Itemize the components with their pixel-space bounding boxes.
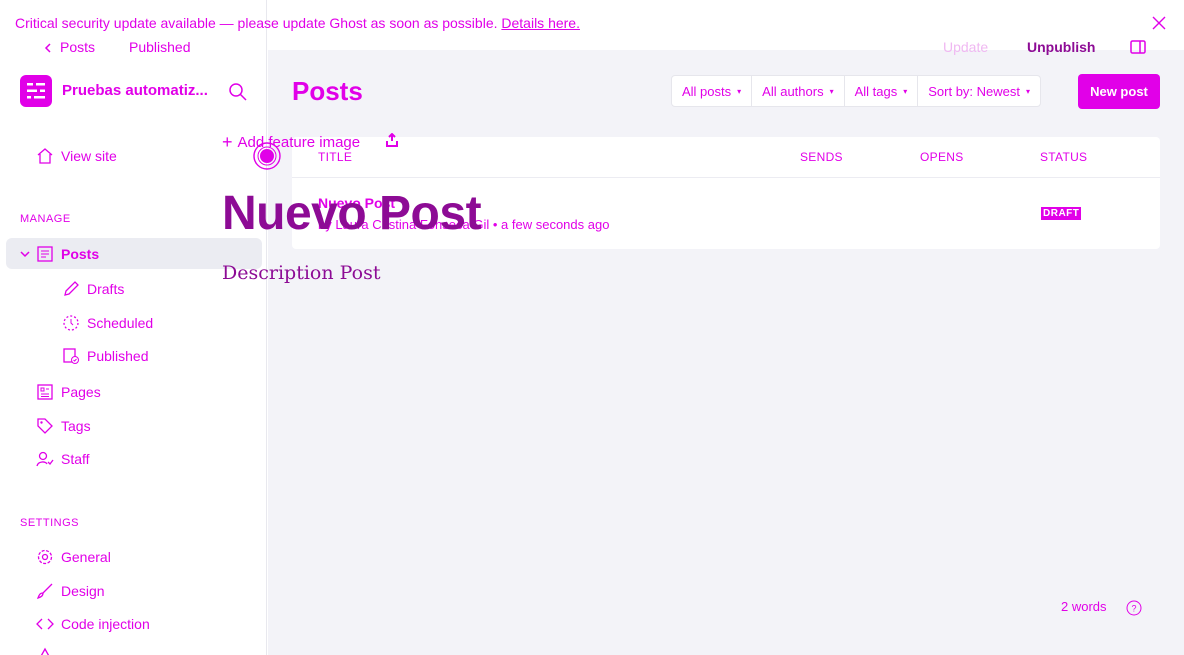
staff-icon xyxy=(36,451,54,467)
chevron-left-icon[interactable] xyxy=(44,43,52,53)
ghost-logo-icon xyxy=(27,83,45,99)
chevron-down-icon: ▾ xyxy=(903,86,908,96)
sidebar-item-pages[interactable]: Pages xyxy=(36,381,101,403)
upload-icon[interactable] xyxy=(385,133,399,147)
back-to-posts-link[interactable]: Posts xyxy=(60,39,95,55)
sidebar-item-staff[interactable]: Staff xyxy=(36,448,90,470)
sidebar-item-label: Tags xyxy=(61,418,91,434)
sidebar-item-label: Published xyxy=(87,348,149,364)
filter-label: All authors xyxy=(762,83,824,99)
manage-heading: MANAGE xyxy=(20,213,71,225)
site-name[interactable]: Pruebas automatiz... xyxy=(62,82,208,99)
help-icon[interactable]: ? xyxy=(1126,600,1142,616)
filter-label: All posts xyxy=(682,83,732,99)
pencil-icon xyxy=(64,281,79,296)
sidebar-item-drafts[interactable]: Drafts xyxy=(62,278,124,300)
search-icon[interactable] xyxy=(228,82,248,102)
column-header-status: STATUS xyxy=(1040,150,1088,164)
new-post-button[interactable]: New post xyxy=(1078,74,1160,109)
tag-icon xyxy=(37,418,53,434)
sidebar-item-published[interactable]: Published xyxy=(62,345,149,367)
post-status-label: Published xyxy=(129,39,191,55)
chevron-down-icon[interactable] xyxy=(20,249,30,259)
filter-label: Sort by: Newest xyxy=(928,83,1021,99)
code-icon xyxy=(36,618,54,630)
plus-icon: + xyxy=(222,132,233,152)
chevron-down-icon: ▾ xyxy=(829,86,834,96)
sidebar-toggle-icon[interactable] xyxy=(1130,40,1146,54)
add-feature-image-button[interactable]: + Add feature image xyxy=(222,132,360,153)
unpublish-button[interactable]: Unpublish xyxy=(1027,39,1095,55)
gear-icon xyxy=(37,549,53,565)
sidebar-item-label: General xyxy=(61,549,111,565)
update-button[interactable]: Update xyxy=(943,39,988,55)
sidebar-item-label: Posts xyxy=(61,246,100,262)
sidebar-item-label: Scheduled xyxy=(87,315,154,331)
post-title-input[interactable]: Nuevo Post xyxy=(222,186,482,241)
banner-text: Critical security update available — ple… xyxy=(15,15,498,31)
sidebar-item-label: Code injection xyxy=(61,616,150,632)
sidebar-item-general[interactable]: General xyxy=(36,546,111,568)
banner-details-link[interactable]: Details here. xyxy=(501,15,580,31)
sidebar-item-scheduled[interactable]: Scheduled xyxy=(62,312,153,334)
clock-icon xyxy=(63,315,79,331)
sidebar-item-posts[interactable]: Posts xyxy=(36,243,99,265)
close-icon[interactable] xyxy=(1150,14,1168,32)
view-site-label: View site xyxy=(61,148,117,164)
svg-text:?: ? xyxy=(1131,604,1136,614)
filter-all-posts[interactable]: All posts ▾ xyxy=(672,76,753,106)
table-divider xyxy=(292,177,1160,178)
filter-all-authors[interactable]: All authors ▾ xyxy=(752,76,845,106)
column-header-sends: SENDS xyxy=(800,150,843,164)
sidebar-item-design[interactable]: Design xyxy=(36,580,105,602)
column-header-opens: OPENS xyxy=(920,150,964,164)
integrations-icon[interactable] xyxy=(36,646,54,655)
post-time: a few seconds ago xyxy=(501,217,610,232)
filter-label: All tags xyxy=(854,83,898,99)
sidebar-item-label: Staff xyxy=(61,451,90,467)
filter-all-tags[interactable]: All tags ▾ xyxy=(845,76,919,106)
published-icon xyxy=(63,348,79,364)
cursor-target-icon xyxy=(253,142,281,170)
sidebar-item-label: Pages xyxy=(61,384,101,400)
settings-heading: SETTINGS xyxy=(20,517,80,529)
sidebar-item-label: Drafts xyxy=(87,281,125,297)
status-badge: DRAFT xyxy=(1041,207,1082,220)
page-title: Posts xyxy=(292,76,363,106)
posts-icon xyxy=(37,246,53,262)
chevron-down-icon: ▾ xyxy=(1026,86,1031,96)
view-site-link[interactable]: View site xyxy=(36,145,117,167)
filter-bar: All posts ▾ All authors ▾ All tags ▾ Sort b… xyxy=(671,75,1042,107)
brush-icon xyxy=(36,583,53,600)
sidebar: Pruebas automatiz... View site MANAGE Po… xyxy=(0,0,267,655)
sidebar-item-label: Design xyxy=(61,583,105,599)
brand-logo[interactable] xyxy=(20,75,52,107)
word-count: 2 words xyxy=(1061,599,1107,614)
sidebar-item-code-injection[interactable]: Code injection xyxy=(36,613,150,635)
sidebar-item-tags[interactable]: Tags xyxy=(36,415,91,437)
chevron-down-icon: ▾ xyxy=(737,86,742,96)
post-body-editor[interactable]: Description Post xyxy=(222,262,380,284)
home-icon xyxy=(37,148,53,164)
security-banner: Critical security update available — ple… xyxy=(15,15,580,31)
filter-sort[interactable]: Sort by: Newest ▾ xyxy=(918,76,1040,106)
pages-icon xyxy=(37,384,53,400)
